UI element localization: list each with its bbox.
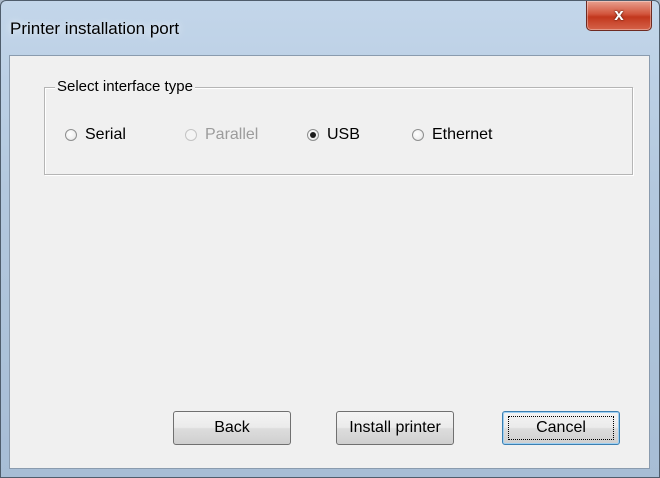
- radio-parallel-label: Parallel: [205, 126, 259, 143]
- dialog-window: Printer installation port x Select inter…: [0, 0, 660, 478]
- radio-ethernet-circle[interactable]: [412, 129, 424, 141]
- radio-usb-label: USB: [327, 126, 360, 143]
- radio-parallel: Parallel: [185, 126, 258, 144]
- close-button[interactable]: x: [586, 1, 652, 31]
- dialog-body: Select interface type Serial Parallel US…: [9, 55, 650, 469]
- radio-serial-circle[interactable]: [65, 129, 77, 141]
- cancel-button-label: Cancel: [536, 419, 586, 436]
- back-button[interactable]: Back: [173, 411, 291, 445]
- radio-serial-label: Serial: [85, 126, 126, 143]
- window-title: Printer installation port: [10, 19, 180, 38]
- cancel-button[interactable]: Cancel: [502, 411, 620, 445]
- radio-serial[interactable]: Serial: [65, 126, 126, 144]
- radio-ethernet[interactable]: Ethernet: [412, 126, 492, 144]
- install-printer-button[interactable]: Install printer: [336, 411, 454, 445]
- interface-type-groupbox: Select interface type Serial Parallel US…: [44, 78, 633, 175]
- install-printer-button-label: Install printer: [349, 419, 441, 436]
- radio-usb[interactable]: USB: [307, 126, 360, 144]
- radio-parallel-circle: [185, 129, 197, 141]
- title-bar[interactable]: Printer installation port x: [1, 1, 659, 55]
- back-button-label: Back: [214, 419, 250, 436]
- groupbox-label: Select interface type: [55, 78, 195, 96]
- radio-ethernet-label: Ethernet: [432, 126, 493, 143]
- radio-usb-circle[interactable]: [307, 129, 319, 141]
- close-icon: x: [614, 5, 624, 24]
